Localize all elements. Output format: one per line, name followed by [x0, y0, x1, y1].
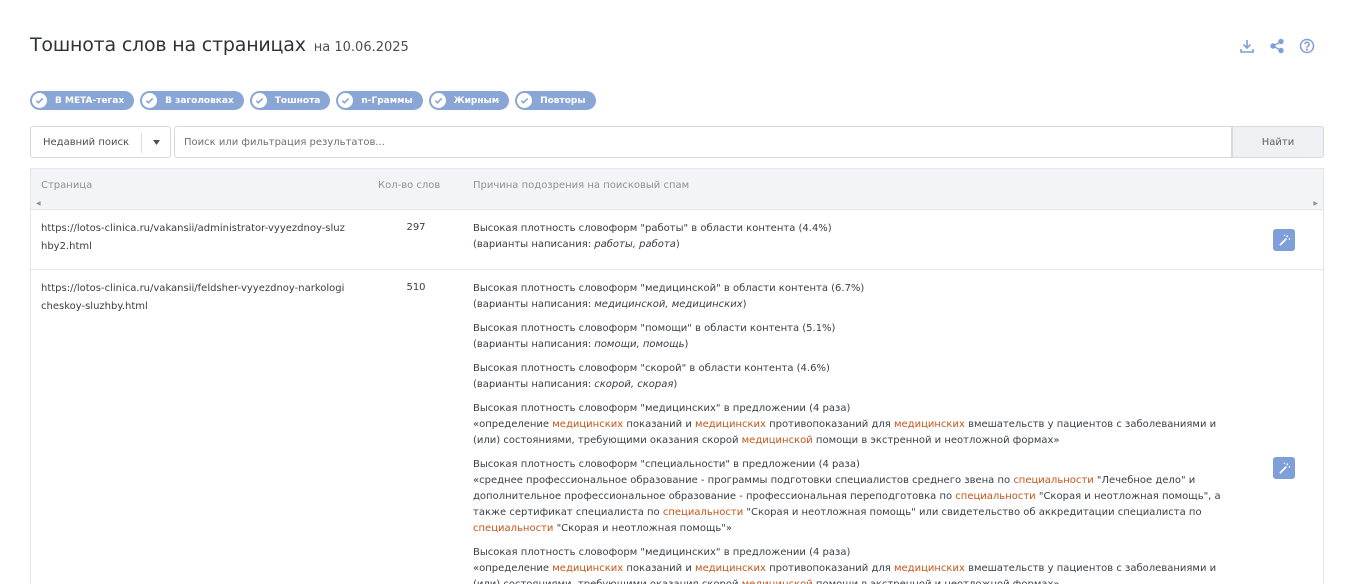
caret-down-icon: [153, 140, 160, 145]
word-count: 297: [406, 222, 426, 233]
filter-chip-label: В META-тегах: [55, 95, 125, 106]
search-button[interactable]: Найти: [1232, 126, 1324, 158]
highlighted-word: медицинских: [695, 563, 766, 574]
spam-reason: Высокая плотность словоформ "работы" в о…: [473, 221, 1233, 253]
fix-button[interactable]: [1273, 457, 1295, 479]
filter-chip-label: В заголовках: [165, 95, 234, 106]
magic-wand-icon: [1278, 234, 1290, 246]
fix-button[interactable]: [1273, 229, 1295, 251]
filter-chip[interactable]: Тошнота: [249, 91, 331, 110]
report-date: на 10.06.2025: [313, 40, 409, 55]
table-row: https://lotos-clinica.ru/vakansii/feldsh…: [31, 270, 1323, 584]
highlighted-word: специальности: [473, 523, 554, 534]
reason-text: Высокая плотность словоформ "работы" в о…: [473, 223, 832, 234]
reason-variants: (варианты написания: помощи, помощь): [473, 339, 689, 350]
filter-chip[interactable]: Жирным: [428, 91, 510, 110]
check-icon: [32, 93, 47, 108]
page-url[interactable]: https://lotos-clinica.ru/vakansii/admini…: [41, 220, 346, 256]
check-icon: [251, 93, 267, 108]
filter-chip[interactable]: В META-тегах: [30, 91, 135, 110]
reason-variants: (варианты написания: скорой, скорая): [473, 379, 678, 390]
reason-text: Высокая плотность словоформ "медицинских…: [473, 403, 851, 414]
filter-chip-label: Жирным: [453, 95, 500, 106]
filter-chip[interactable]: В заголовках: [140, 91, 244, 110]
check-icon: [430, 93, 446, 108]
filter-chip-label: Тошнота: [274, 95, 321, 106]
top-actions: [1239, 38, 1315, 54]
page-url[interactable]: https://lotos-clinica.ru/vakansii/feldsh…: [41, 280, 346, 316]
highlighted-word: специальности: [662, 507, 744, 518]
reason-variants: (варианты написания: работы, работа): [473, 239, 680, 250]
reason-quote: «определение медицинских показаний и мед…: [473, 561, 1233, 584]
spam-reason: Высокая плотность словоформ "медицинских…: [473, 401, 1233, 449]
reason-text: Высокая плотность словоформ "специальнос…: [473, 459, 860, 470]
highlighted-word: специальности: [955, 491, 1036, 502]
dropdown-divider: [141, 133, 142, 153]
reason-text: Высокая плотность словоформ "помощи" в о…: [473, 323, 836, 334]
table-header: Страница Кол-во слов Причина подозрения …: [31, 169, 1323, 210]
download-icon[interactable]: [1239, 38, 1255, 54]
recent-search-label: Недавний поиск: [43, 136, 130, 148]
spam-reasons: Высокая плотность словоформ "работы" в о…: [473, 221, 1233, 261]
column-header-count[interactable]: Кол-во слов: [378, 180, 440, 191]
filter-chip-label: n-Граммы: [361, 95, 413, 106]
table-row: https://lotos-clinica.ru/vakansii/admini…: [31, 210, 1323, 270]
reason-quote: «определение медицинских показаний и мед…: [473, 419, 1217, 446]
magic-wand-icon: [1278, 462, 1290, 474]
page-header: Тошнота слов на страницах на 10.06.2025: [30, 34, 409, 56]
filter-chip[interactable]: Повторы: [515, 91, 596, 110]
highlighted-word: медицинских: [552, 563, 624, 574]
filter-chip-label: Повторы: [540, 95, 586, 106]
reason-text: Высокая плотность словоформ "медицинских…: [473, 547, 851, 558]
reason-variants: (варианты написания: медицинской, медици…: [473, 299, 747, 310]
page-title: Тошнота слов на страницах: [30, 34, 306, 56]
filter-chip[interactable]: n-Граммы: [336, 91, 423, 110]
word-count: 510: [406, 282, 426, 293]
search-input[interactable]: [174, 126, 1232, 158]
check-icon: [142, 93, 158, 108]
column-header-reason: Причина подозрения на поисковый спам: [473, 180, 690, 191]
recent-search-dropdown[interactable]: Недавний поиск: [30, 126, 171, 158]
highlighted-word: специальности: [1013, 475, 1094, 486]
highlighted-word: медицинских: [893, 419, 965, 430]
help-icon[interactable]: [1299, 38, 1315, 54]
scroll-left-icon[interactable]: ◀: [36, 200, 41, 207]
spam-reason: Высокая плотность словоформ "специальнос…: [473, 457, 1233, 537]
spam-reason: Высокая плотность словоформ "скорой" в о…: [473, 361, 1233, 393]
check-icon: [338, 93, 354, 108]
spam-reason: Высокая плотность словоформ "помощи" в о…: [473, 321, 1233, 353]
reason-text: Высокая плотность словоформ "скорой" в о…: [473, 363, 830, 374]
check-icon: [517, 93, 533, 108]
highlighted-word: медицинских: [893, 563, 965, 574]
reason-quote: «среднее профессиональное образование - …: [473, 475, 1221, 534]
highlighted-word: медицинской: [742, 579, 813, 584]
table-body: https://lotos-clinica.ru/vakansii/admini…: [31, 210, 1323, 584]
highlighted-word: медицинских: [552, 419, 624, 430]
spam-reason: Высокая плотность словоформ "медицинской…: [473, 281, 1233, 313]
scroll-right-icon[interactable]: ▶: [1313, 200, 1318, 207]
reason-text: Высокая плотность словоформ "медицинской…: [473, 283, 865, 294]
filter-chips: В META-тегах В заголовках Тошнота n-Граммы Ж…: [30, 91, 596, 110]
spam-reason: Высокая плотность словоформ "медицинских…: [473, 545, 1233, 584]
results-table: Страница Кол-во слов Причина подозрения …: [30, 168, 1324, 584]
spam-reasons: Высокая плотность словоформ "медицинской…: [473, 281, 1233, 584]
search-bar: Недавний поиск Найти: [30, 126, 1324, 158]
highlighted-word: медицинской: [741, 435, 813, 446]
share-icon[interactable]: [1269, 38, 1285, 54]
column-header-page[interactable]: Страница: [41, 180, 92, 191]
highlighted-word: медицинских: [695, 419, 766, 430]
